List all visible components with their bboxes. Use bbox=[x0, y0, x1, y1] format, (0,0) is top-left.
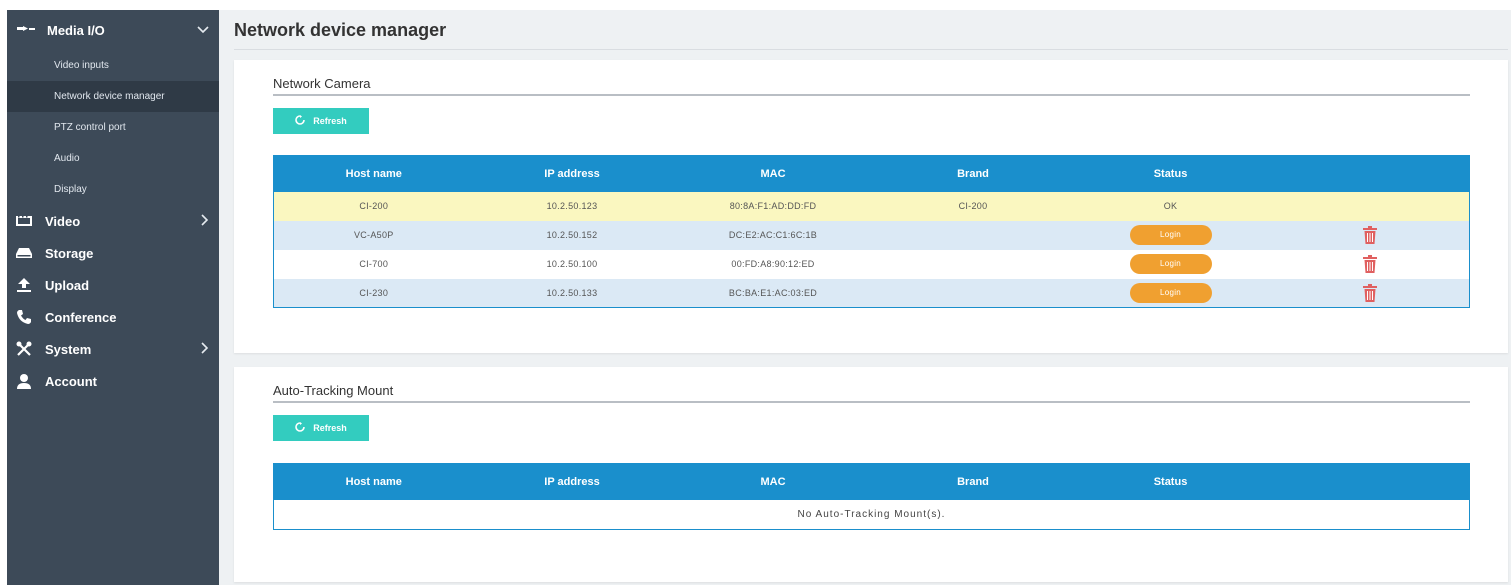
phone-icon bbox=[13, 309, 35, 325]
refresh-button[interactable]: Refresh bbox=[273, 108, 369, 134]
sidebar-item-label: Video bbox=[45, 213, 81, 229]
cell-status: Login bbox=[1070, 220, 1271, 250]
sidebar-item-label: Account bbox=[45, 373, 97, 389]
cell-mac: DC:E2:AC:C1:6C:1B bbox=[670, 220, 876, 250]
network-camera-table: Host name IP address MAC Brand Status CI… bbox=[273, 155, 1470, 308]
sidebar-subitem-display[interactable]: Display bbox=[7, 174, 219, 205]
network-camera-card: Network Camera Refresh Host name IP addr… bbox=[234, 60, 1508, 353]
cell-status: OK bbox=[1070, 191, 1271, 221]
column-header-brand: Brand bbox=[875, 155, 1071, 192]
media-io-icon bbox=[15, 23, 37, 37]
sidebar-subitem-audio[interactable]: Audio bbox=[7, 143, 219, 174]
table-row[interactable]: CI-230 10.2.50.133 BC:BA:E1:AC:03:ED Log… bbox=[273, 278, 1470, 308]
refresh-icon bbox=[295, 421, 306, 435]
sidebar-item-media-io[interactable]: Media I/O bbox=[7, 10, 219, 50]
cell-mac: 80:8A:F1:AD:DD:FD bbox=[670, 191, 876, 221]
cell-host-name: CI-700 bbox=[273, 249, 474, 279]
refresh-icon bbox=[295, 114, 306, 128]
upload-icon bbox=[13, 277, 35, 293]
login-button[interactable]: Login bbox=[1129, 282, 1212, 303]
cell-ip-address: 10.2.50.152 bbox=[473, 220, 671, 250]
column-header-mac: MAC bbox=[670, 155, 876, 192]
refresh-label: Refresh bbox=[313, 423, 347, 433]
sidebar-item-account[interactable]: Account bbox=[7, 365, 219, 397]
sidebar-item-label: System bbox=[45, 341, 92, 357]
cell-ip-address: 10.2.50.100 bbox=[473, 249, 671, 279]
table-row[interactable]: CI-200 10.2.50.123 80:8A:F1:AD:DD:FD CI-… bbox=[273, 191, 1470, 221]
cell-mac: BC:BA:E1:AC:03:ED bbox=[670, 278, 876, 308]
table-row[interactable]: CI-700 10.2.50.100 00:FD:A8:90:12:ED Log… bbox=[273, 249, 1470, 279]
sidebar-item-upload[interactable]: Upload bbox=[7, 269, 219, 301]
auto-tracking-card: Auto-Tracking Mount Refresh Host name IP… bbox=[234, 367, 1508, 582]
sidebar-item-label: Upload bbox=[45, 277, 90, 293]
cell-host-name: VC-A50P bbox=[273, 220, 474, 250]
cell-actions bbox=[1270, 191, 1470, 221]
column-header-ip-address: IP address bbox=[473, 463, 671, 500]
cell-status: Login bbox=[1070, 278, 1271, 308]
delete-icon[interactable] bbox=[1362, 255, 1377, 273]
refresh-label: Refresh bbox=[313, 116, 347, 126]
column-header-actions bbox=[1270, 155, 1470, 192]
tools-icon bbox=[13, 341, 35, 357]
page-title: Network device manager bbox=[234, 10, 1508, 50]
sidebar-item-label: Media I/O bbox=[47, 22, 105, 38]
sidebar-item-video[interactable]: Video bbox=[7, 205, 219, 237]
auto-tracking-title: Auto-Tracking Mount bbox=[273, 381, 1470, 403]
sidebar-item-label: Conference bbox=[45, 309, 117, 325]
login-button[interactable]: Login bbox=[1129, 254, 1212, 274]
cell-brand bbox=[875, 249, 1071, 279]
cell-ip-address: 10.2.50.133 bbox=[473, 278, 671, 308]
cell-mac: 00:FD:A8:90:12:ED bbox=[670, 249, 876, 279]
sidebar-item-label: Storage bbox=[45, 245, 94, 261]
table-row[interactable]: VC-A50P 10.2.50.152 DC:E2:AC:C1:6C:1B Lo… bbox=[273, 220, 1470, 250]
column-header-brand: Brand bbox=[875, 463, 1071, 500]
column-header-host-name: Host name bbox=[273, 155, 474, 192]
auto-tracking-table: Host name IP address MAC Brand Status No… bbox=[273, 463, 1470, 530]
chevron-right-icon bbox=[201, 213, 209, 229]
cell-host-name: CI-230 bbox=[273, 278, 474, 308]
sidebar-item-system[interactable]: System bbox=[7, 333, 219, 365]
cell-host-name: CI-200 bbox=[273, 191, 474, 221]
delete-icon[interactable] bbox=[1362, 283, 1377, 302]
cell-actions bbox=[1270, 249, 1470, 279]
column-header-mac: MAC bbox=[670, 463, 876, 500]
column-header-status: Status bbox=[1070, 155, 1271, 192]
storage-icon bbox=[13, 245, 35, 261]
cell-status: Login bbox=[1070, 249, 1271, 279]
login-button[interactable]: Login bbox=[1129, 225, 1212, 245]
network-camera-title: Network Camera bbox=[273, 74, 1470, 96]
empty-row: No Auto-Tracking Mount(s). bbox=[273, 499, 1470, 530]
delete-icon[interactable] bbox=[1362, 226, 1377, 244]
cell-brand bbox=[875, 278, 1071, 308]
chevron-down-icon bbox=[197, 23, 209, 37]
app-window: Media I/O Video inputs Network device ma… bbox=[7, 10, 1511, 585]
sidebar: Media I/O Video inputs Network device ma… bbox=[7, 10, 219, 585]
sidebar-subitem-ptz-control-port[interactable]: PTZ control port bbox=[7, 112, 219, 143]
column-header-status: Status bbox=[1070, 463, 1271, 500]
sidebar-item-storage[interactable]: Storage bbox=[7, 237, 219, 269]
sidebar-item-conference[interactable]: Conference bbox=[7, 301, 219, 333]
empty-message: No Auto-Tracking Mount(s). bbox=[273, 499, 1470, 530]
cell-brand: CI-200 bbox=[875, 191, 1071, 221]
refresh-button[interactable]: Refresh bbox=[273, 415, 369, 441]
cell-ip-address: 10.2.50.123 bbox=[473, 191, 671, 221]
cell-actions bbox=[1270, 278, 1470, 308]
sidebar-subitem-video-inputs[interactable]: Video inputs bbox=[7, 50, 219, 81]
column-header-actions bbox=[1270, 463, 1470, 500]
main-content: Network device manager Network Camera Re… bbox=[219, 10, 1511, 585]
cell-actions bbox=[1270, 220, 1470, 250]
user-icon bbox=[13, 373, 35, 389]
column-header-host-name: Host name bbox=[273, 463, 474, 500]
chevron-right-icon bbox=[201, 341, 209, 357]
column-header-ip-address: IP address bbox=[473, 155, 671, 192]
cell-brand bbox=[875, 220, 1071, 250]
video-icon bbox=[13, 213, 35, 229]
sidebar-subitem-network-device-manager[interactable]: Network device manager bbox=[7, 81, 219, 112]
